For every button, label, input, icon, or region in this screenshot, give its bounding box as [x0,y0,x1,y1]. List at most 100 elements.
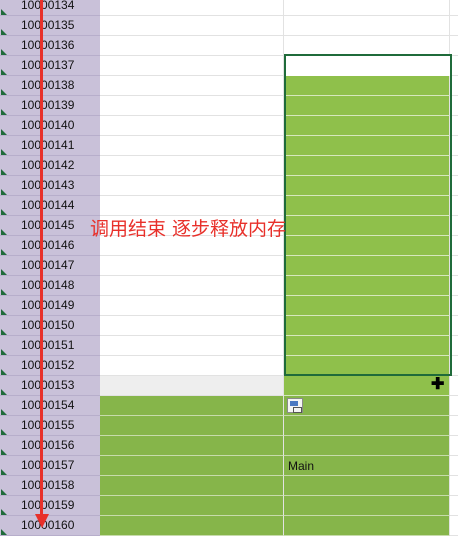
row-header[interactable]: 10000149 [0,296,100,316]
cell-b[interactable] [284,376,450,396]
cell-a[interactable] [100,316,284,336]
cell-b[interactable] [284,316,450,336]
cell-b[interactable] [284,36,450,56]
cell-a[interactable] [100,496,284,516]
cell-c[interactable] [450,36,458,56]
cell-a[interactable] [100,476,284,496]
cell-a[interactable] [100,76,284,96]
cell-c[interactable] [450,276,458,296]
cell-c[interactable] [450,316,458,336]
cell-c[interactable] [450,136,458,156]
cell-a[interactable] [100,376,284,396]
row-header[interactable]: 10000142 [0,156,100,176]
cell-c[interactable] [450,16,458,36]
cell-a[interactable] [100,16,284,36]
cell-a[interactable] [100,416,284,436]
cell-c[interactable] [450,516,458,536]
row-header[interactable]: 10000152 [0,356,100,376]
cell-b[interactable] [284,276,450,296]
cell-a[interactable] [100,0,284,16]
row-header[interactable]: 10000141 [0,136,100,156]
cell-c[interactable] [450,456,458,476]
row-header[interactable]: 10000150 [0,316,100,336]
cell-b[interactable] [284,236,450,256]
row-header[interactable]: 10000138 [0,76,100,96]
cell-c[interactable] [450,356,458,376]
row-header[interactable]: 10000155 [0,416,100,436]
cell-c[interactable] [450,0,458,16]
cell-c[interactable] [450,176,458,196]
row-header[interactable]: 10000145 [0,216,100,236]
cell-b[interactable] [284,296,450,316]
row-header[interactable]: 10000151 [0,336,100,356]
cell-b[interactable] [284,256,450,276]
row-header[interactable]: 10000135 [0,16,100,36]
cell-b[interactable] [284,476,450,496]
cell-c[interactable] [450,376,458,396]
cell-a[interactable] [100,136,284,156]
row-header[interactable]: 10000136 [0,36,100,56]
cell-c[interactable] [450,156,458,176]
row-header[interactable]: 10000143 [0,176,100,196]
cell-c[interactable] [450,296,458,316]
paste-options-icon[interactable] [287,398,303,413]
cell-b[interactable] [284,156,450,176]
cell-a[interactable] [100,196,284,216]
cell-b[interactable] [284,436,450,456]
cell-a[interactable] [100,176,284,196]
cell-b[interactable] [284,116,450,136]
cell-a[interactable] [100,156,284,176]
cell-b[interactable] [284,496,450,516]
cell-c[interactable] [450,416,458,436]
cell-a[interactable] [100,256,284,276]
row-header[interactable]: 10000159 [0,496,100,516]
cell-c[interactable] [450,216,458,236]
row-header[interactable]: 10000137 [0,56,100,76]
cell-c[interactable] [450,236,458,256]
cell-b[interactable] [284,176,450,196]
cell-b[interactable] [284,136,450,156]
cell-b[interactable] [284,96,450,116]
cell-c[interactable] [450,56,458,76]
row-header[interactable]: 10000157 [0,456,100,476]
cell-c[interactable] [450,436,458,456]
cell-a[interactable] [100,336,284,356]
cell-a[interactable] [100,516,284,536]
cell-a[interactable] [100,96,284,116]
cell-a[interactable] [100,36,284,56]
cell-b[interactable] [284,416,450,436]
cell-b[interactable] [284,336,450,356]
cell-a[interactable] [100,436,284,456]
row-header[interactable]: 10000156 [0,436,100,456]
row-header[interactable]: 10000158 [0,476,100,496]
cell-a[interactable] [100,276,284,296]
cell-c[interactable] [450,196,458,216]
cell-c[interactable] [450,116,458,136]
cell-b[interactable] [284,356,450,376]
cell-b[interactable] [284,196,450,216]
cell-c[interactable] [450,256,458,276]
row-header[interactable]: 10000144 [0,196,100,216]
cell-a[interactable] [100,456,284,476]
cell-c[interactable] [450,496,458,516]
row-header[interactable]: 10000139 [0,96,100,116]
cell-c[interactable] [450,336,458,356]
cell-b[interactable] [284,216,450,236]
row-header[interactable]: 10000147 [0,256,100,276]
row-header[interactable]: 10000134 [0,0,100,16]
cell-a[interactable] [100,356,284,376]
cell-a[interactable] [100,116,284,136]
row-header[interactable]: 10000153 [0,376,100,396]
cell-b[interactable] [284,0,450,16]
row-header[interactable]: 10000148 [0,276,100,296]
cell-c[interactable] [450,396,458,416]
row-header[interactable]: 10000154 [0,396,100,416]
row-header[interactable]: 10000160 [0,516,100,536]
cell-a[interactable] [100,296,284,316]
cell-b[interactable] [284,16,450,36]
row-header[interactable]: 10000140 [0,116,100,136]
cell-c[interactable] [450,476,458,496]
cell-b[interactable] [284,56,450,76]
cell-b[interactable] [284,516,450,536]
cell-c[interactable] [450,76,458,96]
